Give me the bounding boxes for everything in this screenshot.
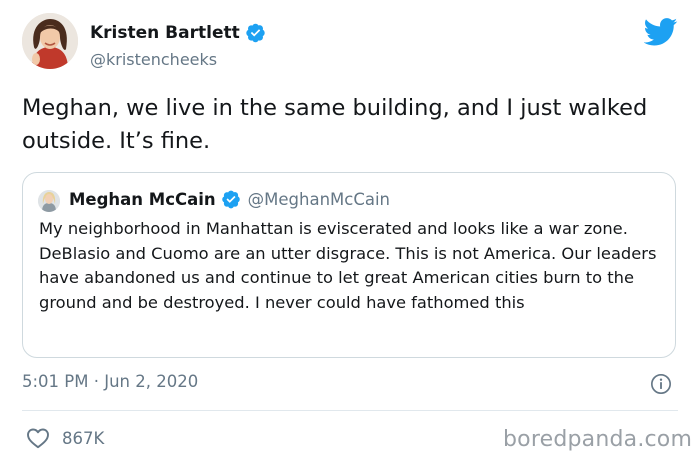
author-avatar[interactable] bbox=[22, 13, 78, 69]
verified-badge-icon bbox=[246, 23, 265, 43]
avatar-illustration bbox=[22, 13, 78, 69]
quoted-author-row[interactable]: Meghan McCain @MeghanMcCain bbox=[69, 189, 390, 209]
heart-icon[interactable] bbox=[26, 427, 50, 449]
tweet-timestamp[interactable]: 5:01 PM · Jun 2, 2020 bbox=[22, 372, 198, 391]
author-handle[interactable]: @kristencheeks bbox=[90, 50, 217, 69]
author-name[interactable]: Kristen Bartlett bbox=[90, 23, 240, 43]
quoted-tweet-text: My neighborhood in Manhattan is eviscera… bbox=[39, 219, 657, 312]
quoted-author-handle[interactable]: @MeghanMcCain bbox=[248, 190, 390, 209]
info-icon[interactable] bbox=[650, 373, 672, 395]
quoted-author-name[interactable]: Meghan McCain bbox=[69, 190, 216, 209]
like-count: 867K bbox=[62, 428, 105, 448]
twitter-bird-icon[interactable] bbox=[644, 18, 678, 46]
tweet-text: Meghan, we live in the same building, an… bbox=[22, 95, 648, 154]
divider bbox=[22, 410, 678, 411]
like-button[interactable]: 867K bbox=[26, 427, 104, 449]
quoted-avatar-illustration bbox=[38, 190, 60, 212]
author-name-row[interactable]: Kristen Bartlett bbox=[90, 22, 266, 43]
verified-badge-icon bbox=[221, 190, 240, 209]
quoted-author-avatar[interactable] bbox=[38, 190, 60, 212]
watermark: boredpanda.com bbox=[503, 427, 693, 452]
quoted-tweet-card[interactable]: Meghan McCain @MeghanMcCain My neighborh… bbox=[22, 172, 676, 358]
